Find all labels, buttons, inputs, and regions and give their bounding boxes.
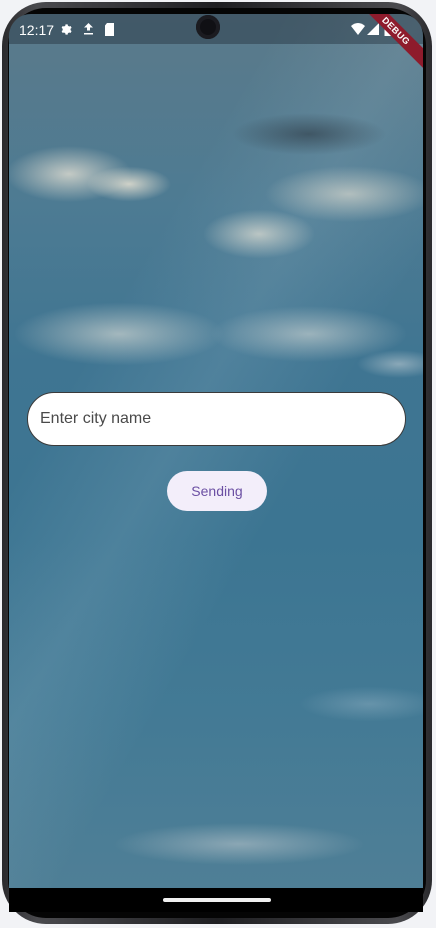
- wifi-icon: [351, 23, 365, 37]
- app-screen: 12:17 DEBUG Sending: [9, 14, 423, 888]
- city-name-input[interactable]: [27, 392, 406, 446]
- signal-icon: [367, 23, 379, 37]
- download-icon: [83, 23, 94, 38]
- navigation-bar: [9, 888, 423, 912]
- front-camera: [196, 15, 220, 39]
- gear-icon: [59, 23, 72, 38]
- status-time: 12:17: [19, 22, 55, 38]
- sd-card-icon: [104, 23, 115, 38]
- home-indicator[interactable]: [163, 898, 271, 902]
- sending-button[interactable]: Sending: [167, 471, 267, 511]
